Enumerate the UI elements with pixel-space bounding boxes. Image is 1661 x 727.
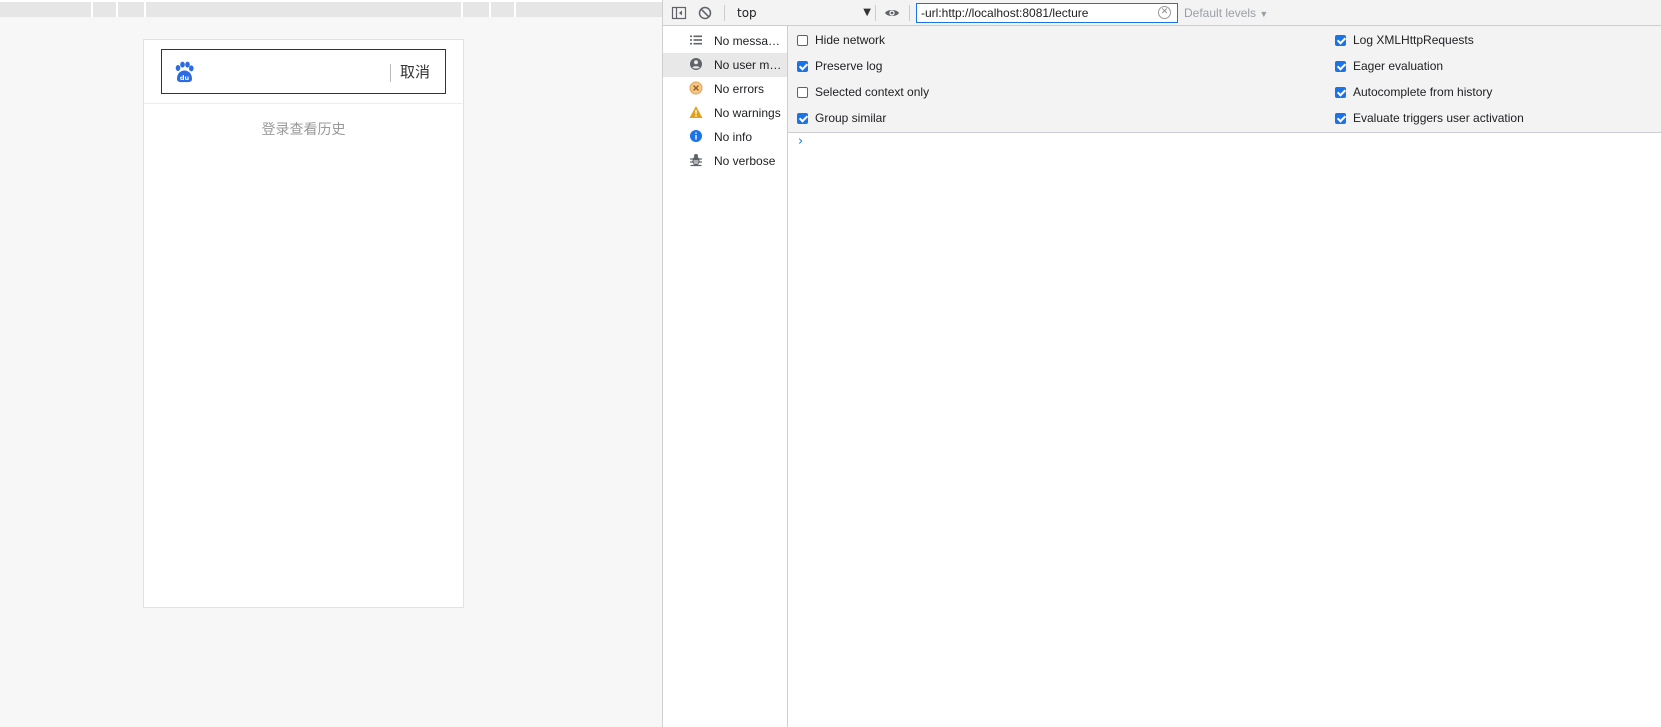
- device-preview: du 取消 登录查看历史: [0, 0, 662, 727]
- checkbox[interactable]: [797, 87, 808, 98]
- log-levels-dropdown[interactable]: Default levels ▼: [1184, 6, 1268, 20]
- sidebar-item-warnings[interactable]: No warnings: [663, 101, 787, 125]
- checkbox-label: Selected context only: [815, 85, 930, 99]
- checkbox[interactable]: [1335, 35, 1346, 46]
- checkbox[interactable]: [1335, 113, 1346, 124]
- media-query-bar[interactable]: [146, 2, 461, 17]
- log-levels-label: Default levels: [1184, 6, 1257, 20]
- svg-text:du: du: [180, 74, 190, 82]
- list-icon: [690, 35, 702, 45]
- warning-icon: [689, 106, 703, 118]
- search-box: du 取消: [161, 49, 446, 94]
- clear-console-icon[interactable]: [697, 5, 713, 21]
- dropdown-arrow-icon: ▼: [1259, 9, 1269, 19]
- sidebar-item-user-messages[interactable]: No user me...: [663, 53, 787, 77]
- login-history-hint[interactable]: 登录查看历史: [144, 119, 463, 139]
- checkbox-label: Eager evaluation: [1353, 59, 1444, 73]
- checkbox[interactable]: [1335, 87, 1346, 98]
- sidebar-item-label: No errors: [714, 82, 765, 96]
- console-filter-input[interactable]: -url:http://localhost:8081/lecture: [916, 3, 1178, 23]
- divider: [144, 103, 463, 104]
- toolbar-divider: [875, 5, 876, 21]
- sidebar-item-label: No info: [714, 130, 753, 144]
- sidebar-item-errors[interactable]: No errors: [663, 77, 787, 101]
- checkbox-label: Log XMLHttpRequests: [1353, 33, 1474, 47]
- info-icon: [690, 130, 702, 142]
- media-query-bar[interactable]: [118, 2, 144, 17]
- user-icon: [690, 58, 702, 70]
- checkbox[interactable]: [797, 61, 808, 72]
- media-query-ruler: [0, 0, 662, 17]
- baidu-paw-icon: du: [175, 61, 194, 83]
- context-label: top: [737, 6, 757, 20]
- sidebar-item-verbose[interactable]: No verbose: [663, 149, 787, 173]
- cancel-button[interactable]: 取消: [400, 61, 430, 82]
- media-query-bar[interactable]: [491, 2, 514, 17]
- clear-filter-icon[interactable]: ✕: [1158, 6, 1171, 19]
- console-toolbar: top ▼ -url:http://localhost:8081/lecture…: [663, 0, 1661, 26]
- console-sidebar: No messages No user me... No errors No w…: [663, 26, 788, 727]
- sidebar-item-label: No user me...: [714, 58, 786, 72]
- media-query-bar[interactable]: [463, 2, 489, 17]
- live-expression-eye-icon[interactable]: [884, 5, 900, 21]
- context-selector[interactable]: top ▼: [735, 3, 871, 23]
- sidebar-item-info[interactable]: No info: [663, 125, 787, 149]
- checkbox[interactable]: [797, 113, 808, 124]
- dropdown-arrow-icon: ▼: [863, 7, 871, 18]
- sidebar-item-messages[interactable]: No messages: [663, 29, 787, 53]
- console-settings-pane: Hide network Preserve log Selected conte…: [788, 26, 1661, 133]
- sidebar-item-label: No warnings: [714, 106, 781, 120]
- media-query-bar[interactable]: [0, 2, 91, 17]
- devtools-console: top ▼ -url:http://localhost:8081/lecture…: [663, 0, 1661, 727]
- checkbox-label: Group similar: [815, 111, 887, 125]
- checkbox[interactable]: [1335, 61, 1346, 72]
- checkbox-label: Hide network: [815, 33, 886, 47]
- search-divider: [390, 64, 391, 82]
- bug-icon: [690, 154, 702, 167]
- search-input[interactable]: [202, 58, 381, 88]
- media-query-bar[interactable]: [93, 2, 116, 17]
- mobile-viewport: du 取消 登录查看历史: [143, 39, 464, 608]
- console-prompt-icon[interactable]: ›: [798, 134, 803, 149]
- checkbox-label: Autocomplete from history: [1353, 85, 1493, 99]
- checkbox[interactable]: [797, 35, 808, 46]
- checkbox-label: Preserve log: [815, 59, 883, 73]
- sidebar-item-label: No verbose: [714, 154, 776, 168]
- toolbar-divider: [909, 5, 910, 21]
- error-icon: [689, 81, 703, 95]
- checkbox-label: Evaluate triggers user activation: [1353, 111, 1524, 125]
- media-query-bar[interactable]: [516, 2, 662, 17]
- sidebar-toggle-icon[interactable]: [671, 5, 687, 21]
- toolbar-divider: [724, 5, 725, 21]
- sidebar-item-label: No messages: [714, 34, 786, 48]
